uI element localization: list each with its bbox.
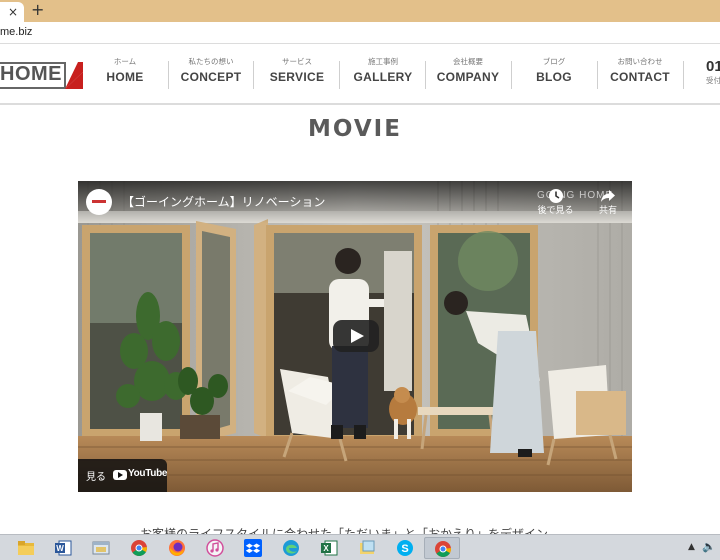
nav-contact-jp: お問い合わせ (617, 57, 663, 66)
url-text[interactable]: me.biz (0, 26, 32, 38)
taskbar-chrome[interactable] (121, 537, 157, 559)
chrome-icon (435, 541, 451, 557)
share-label: 共有 (598, 206, 617, 216)
nav-home-jp: ホーム (113, 57, 137, 66)
tray-overflow-icon[interactable]: ▲ (688, 542, 695, 552)
watch-later-button[interactable]: 後で見る (533, 188, 578, 217)
taskbar-skype[interactable]: S (387, 537, 423, 559)
chrome-icon (131, 540, 147, 556)
taskbar-word[interactable]: W (45, 537, 81, 559)
logo-flag-icon (65, 62, 83, 89)
phone-number-text: 01 (706, 58, 720, 75)
nav-company-jp: 会社概要 (453, 57, 483, 66)
taskbar-firefox[interactable] (159, 537, 195, 559)
nav-gallery-label: GALLERY (353, 70, 413, 84)
nav-concept-label: CONCEPT (180, 70, 242, 84)
phone-number[interactable]: 01 受付 (706, 59, 720, 87)
watch-on-youtube-button[interactable]: 見る YouTube (78, 459, 168, 492)
nav-contact-label: CONTACT (610, 70, 670, 84)
youtube-embed[interactable]: 【ゴーイングホーム】リノベーション GOING HOME 後で見る 共有 見る … (78, 181, 632, 492)
nav-blog[interactable]: ブログ BLOG (511, 57, 597, 91)
volume-icon[interactable]: 🔈 (702, 540, 716, 553)
edge-icon (283, 540, 299, 556)
dropbox-icon (244, 539, 262, 557)
skype-icon: S (397, 540, 413, 556)
taskbar: W X S ▲ 🔈 (0, 534, 720, 560)
youtube-logo-icon (113, 470, 127, 480)
taskbar-notes[interactable] (349, 537, 385, 559)
nav-company-label: COMPANY (436, 70, 500, 84)
nav-service-jp: サービス (282, 57, 312, 66)
nav-company[interactable]: 会社概要 COMPANY (425, 57, 511, 91)
close-tab-icon[interactable]: × (8, 5, 18, 19)
browser-tab[interactable]: × (0, 2, 24, 22)
taskbar-excel[interactable]: X (311, 537, 347, 559)
nav-contact[interactable]: お問い合わせ CONTACT (597, 57, 683, 91)
firefox-icon (169, 540, 185, 556)
taskbar-edge[interactable] (273, 537, 309, 559)
browser-tab-bar: × + (0, 0, 720, 22)
svg-text:X: X (323, 544, 329, 553)
section-title: MOVIE (308, 116, 402, 142)
notes-icon (360, 540, 375, 554)
nav-concept-jp: 私たちの想い (188, 57, 234, 66)
channel-avatar[interactable] (86, 189, 112, 215)
excel-icon: X (321, 540, 338, 556)
nav-gallery-jp: 施工事例 (368, 57, 398, 66)
play-button[interactable] (333, 320, 379, 352)
youtube-wordmark: YouTube (128, 468, 168, 479)
site-header: HOME ホーム HOME 私たちの想い CONCEPT サービス SERVIC… (0, 45, 720, 105)
taskbar-itunes[interactable] (197, 537, 233, 559)
nav-service[interactable]: サービス SERVICE (254, 57, 340, 91)
watch-later-label: 後で見る (537, 206, 574, 216)
nav-service-label: SERVICE (269, 70, 325, 84)
phone-hours-label: 受付 (706, 76, 720, 85)
address-bar[interactable]: me.biz (0, 22, 720, 44)
taskbar-file-explorer[interactable] (8, 537, 44, 559)
video-title[interactable]: 【ゴーイングホーム】リノベーション (122, 193, 325, 210)
taskbar-dropbox[interactable] (235, 537, 271, 559)
explorer-icon (92, 541, 110, 555)
new-tab-button[interactable]: + (31, 1, 44, 19)
word-icon: W (55, 540, 72, 556)
nav-blog-label: BLOG (536, 70, 572, 84)
logo-text: HOME (0, 63, 62, 85)
svg-text:S: S (401, 543, 408, 555)
nav-concept[interactable]: 私たちの想い CONCEPT (168, 57, 254, 91)
nav-home[interactable]: ホーム HOME (82, 57, 168, 91)
clock-icon (548, 189, 563, 203)
share-button[interactable]: 共有 (588, 188, 628, 217)
nav-divider (683, 61, 684, 89)
nav-blog-jp: ブログ (542, 57, 566, 66)
taskbar-chrome-active[interactable] (424, 537, 460, 559)
site-logo[interactable]: HOME (0, 62, 83, 89)
itunes-icon (206, 539, 224, 557)
watch-on-label: 見る (86, 472, 106, 483)
svg-text:W: W (56, 544, 64, 553)
nav-gallery[interactable]: 施工事例 GALLERY (340, 57, 426, 91)
share-icon (601, 190, 615, 202)
folder-icon (18, 541, 34, 555)
taskbar-explorer-window[interactable] (83, 537, 119, 559)
nav-home-label: HOME (106, 70, 144, 84)
channel-logo-mark (92, 200, 106, 203)
